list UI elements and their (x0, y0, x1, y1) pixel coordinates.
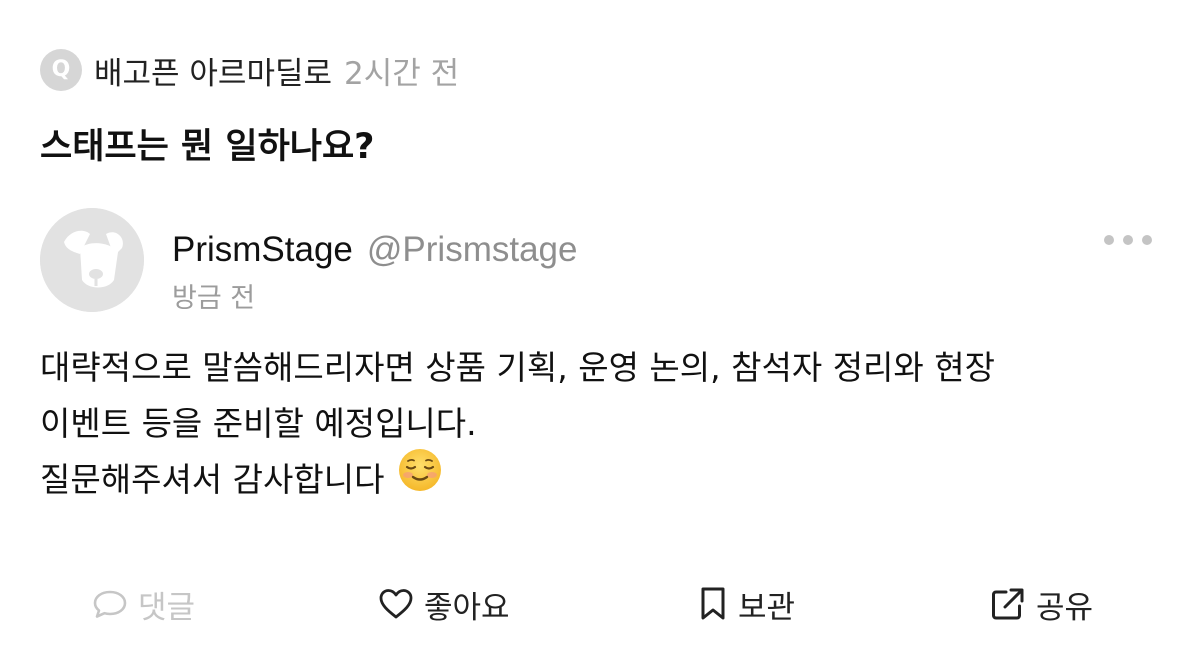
like-button[interactable]: 좋아요 (378, 580, 510, 628)
more-dot-icon (1104, 235, 1114, 245)
more-options-button[interactable] (1104, 228, 1152, 252)
share-icon (990, 586, 1026, 622)
more-dot-icon (1123, 235, 1133, 245)
speech-bubble-icon (92, 588, 128, 620)
smiling-face-emoji-icon (398, 448, 442, 509)
heart-icon (378, 587, 414, 621)
question-header: Q 배고픈 아르마딜로 2시간 전 (40, 48, 459, 92)
question-badge-letter: Q (51, 57, 71, 82)
author-handle[interactable]: @Prismstage (367, 230, 578, 270)
author-line: PrismStage @Prismstage (172, 226, 578, 274)
answer-body: 대략적으로 말씀해드리자면 상품 기획, 운영 논의, 참석자 정리와 현장 이… (40, 340, 1170, 509)
question-timestamp: 2시간 전 (344, 55, 460, 92)
answer-line: 대략적으로 말씀해드리자면 상품 기획, 운영 논의, 참석자 정리와 현장 (40, 348, 995, 387)
answer-line-text: 질문해주셔서 감사합니다 (40, 460, 385, 499)
answer-timestamp: 방금 전 (172, 283, 256, 314)
answer-line: 이벤트 등을 준비할 예정입니다. (40, 404, 477, 443)
avatar[interactable] (40, 208, 144, 312)
bookmark-icon (698, 586, 728, 622)
answer-line-with-emoji: 질문해주셔서 감사합니다 (40, 449, 1170, 509)
share-label: 공유 (1036, 589, 1094, 626)
save-label: 보관 (738, 589, 796, 626)
like-label: 좋아요 (424, 589, 510, 626)
more-dot-icon (1142, 235, 1152, 245)
question-text: 스태프는 뭔 일하나요? (40, 127, 375, 167)
share-button[interactable]: 공유 (990, 580, 1093, 628)
question-badge: Q (40, 49, 82, 91)
author-name[interactable]: PrismStage (172, 230, 353, 270)
dog-avatar-icon (40, 208, 144, 312)
comment-label: 댓글 (138, 589, 196, 626)
comment-button[interactable]: 댓글 (92, 580, 195, 628)
save-button[interactable]: 보관 (698, 580, 795, 628)
asker-name: 배고픈 아르마딜로 (94, 55, 333, 92)
